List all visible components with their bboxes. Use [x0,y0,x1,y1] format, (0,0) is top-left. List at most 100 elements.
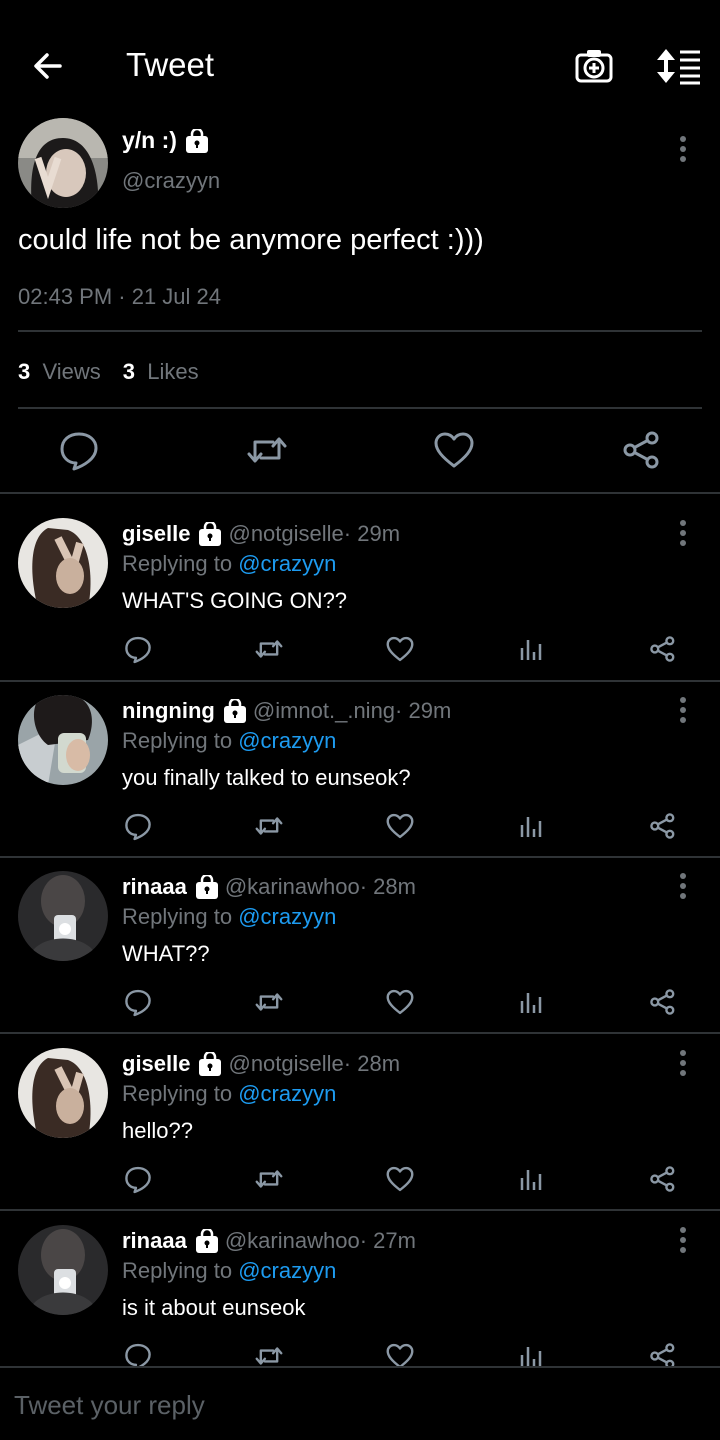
lock-icon [223,699,246,723]
tweet-actions [0,428,720,478]
top-bar: Tweet [0,0,720,132]
reply-time: · 27m [359,1228,416,1253]
replying-label: Replying to [122,551,239,576]
more-options-icon[interactable] [673,134,693,164]
author-handle[interactable]: @crazyyn [122,168,220,194]
more-options-icon[interactable] [673,1048,693,1078]
share-icon[interactable] [648,811,678,841]
reply-item[interactable]: giselle @notgiselle · 28m Replying to @c… [0,1024,720,1200]
author-display-name: y/n :) [122,127,177,153]
reply-icon[interactable] [123,634,153,664]
retweet-icon[interactable] [254,634,284,664]
reply-header: giselle @notgiselle · 29m [122,521,400,547]
retweet-icon[interactable] [245,428,289,472]
replying-to: Replying to @crazyyn [122,1081,336,1107]
share-icon[interactable] [620,428,664,472]
reply-author-name[interactable]: giselle [122,521,190,547]
reply-author-handle[interactable]: @notgiselle [228,1051,343,1077]
likes-count: 3 [122,359,136,384]
reply-item[interactable]: ningning @imnot._.ning · 29m Replying to… [0,671,720,847]
replying-label: Replying to [122,1081,239,1106]
reply-text: WHAT'S GOING ON?? [122,588,348,613]
reply-actions [0,987,720,1021]
reply-time: · 28m [343,1051,401,1076]
reply-icon[interactable] [123,987,153,1017]
reply-actions [0,1164,720,1198]
avatar[interactable] [18,118,108,208]
reply-item[interactable]: rinaaa @karinawhoo · 28m Replying to @cr… [0,847,720,1023]
mention-link[interactable]: @crazyyn [238,551,336,576]
lock-icon [195,875,218,899]
sort-list-icon[interactable] [654,46,702,86]
reply-header: giselle @notgiselle · 28m [122,1051,400,1077]
views-count: 3 [18,359,31,384]
avatar[interactable] [18,695,108,785]
more-options-icon[interactable] [673,695,693,725]
likes-stat[interactable]: 3 Likes [123,359,199,385]
more-options-icon[interactable] [673,518,693,548]
reply-author-name[interactable]: giselle [122,1051,190,1077]
reply-text: hello?? [122,1118,193,1143]
retweet-icon[interactable] [254,1164,284,1194]
reply-author-handle[interactable]: @karinawhoo [225,1228,360,1254]
lock-icon [198,1052,222,1076]
reply-author-name[interactable]: ningning [122,698,215,724]
reply-item[interactable]: giselle @notgiselle · 29m Replying to @c… [0,494,720,670]
mention-link[interactable]: @crazyyn [238,1081,336,1106]
like-icon[interactable] [385,811,415,841]
reply-author-handle[interactable]: @imnot._.ning [253,698,395,724]
reply-author-name[interactable]: rinaaa [122,874,187,900]
reply-icon[interactable] [57,428,101,472]
tweet-text: could life not be anymore perfect :))) [18,224,484,256]
tweet-timestamp: 02:43 PM · 21 Jul 24 [18,284,222,309]
like-icon[interactable] [432,428,476,472]
views-stat[interactable]: 3 Views [18,359,101,385]
more-options-icon[interactable] [673,1225,693,1255]
lock-icon [195,1229,218,1253]
avatar[interactable] [18,518,108,608]
share-icon[interactable] [648,1164,678,1194]
reply-author-handle[interactable]: @karinawhoo [225,874,360,900]
reply-icon[interactable] [123,811,153,841]
reply-header: rinaaa @karinawhoo · 27m [122,1228,416,1254]
reply-author-handle[interactable]: @notgiselle [228,521,343,547]
avatar[interactable] [18,1048,108,1138]
share-icon[interactable] [648,987,678,1017]
avatar[interactable] [18,1225,108,1315]
reply-text: you finally talked to eunseok? [122,765,411,790]
retweet-icon[interactable] [254,811,284,841]
replying-to: Replying to @crazyyn [122,728,336,754]
tweet-stats: 3 Views 3 Likes [18,359,199,385]
reply-item[interactable]: rinaaa @karinawhoo · 27m Replying to @cr… [0,1201,720,1377]
mention-link[interactable]: @crazyyn [238,904,336,929]
reply-composer[interactable]: Tweet your reply [0,1366,720,1440]
analytics-icon[interactable] [516,1164,546,1194]
divider [18,330,702,332]
author-name[interactable]: y/n :) [122,127,209,154]
mention-link[interactable]: @crazyyn [238,1258,336,1283]
reply-time: · 29m [395,698,452,723]
reply-icon[interactable] [123,1164,153,1194]
analytics-icon[interactable] [516,634,546,664]
analytics-icon[interactable] [516,987,546,1017]
views-label: Views [42,359,101,384]
reply-author-name[interactable]: rinaaa [122,1228,187,1254]
mention-link[interactable]: @crazyyn [238,728,336,753]
more-options-icon[interactable] [673,871,693,901]
reply-header: ningning @imnot._.ning · 29m [122,698,451,724]
analytics-icon[interactable] [516,811,546,841]
camera-add-icon[interactable] [574,46,614,86]
like-icon[interactable] [385,1164,415,1194]
replying-label: Replying to [122,1258,239,1283]
avatar[interactable] [18,871,108,961]
replying-label: Replying to [122,904,239,929]
reply-header: rinaaa @karinawhoo · 28m [122,874,416,900]
share-icon[interactable] [648,634,678,664]
reply-input[interactable]: Tweet your reply [14,1390,205,1421]
like-icon[interactable] [385,634,415,664]
replying-to: Replying to @crazyyn [122,904,336,930]
like-icon[interactable] [385,987,415,1017]
retweet-icon[interactable] [254,987,284,1017]
reply-time: · 28m [359,874,416,899]
arrow-left-icon[interactable] [28,46,68,86]
